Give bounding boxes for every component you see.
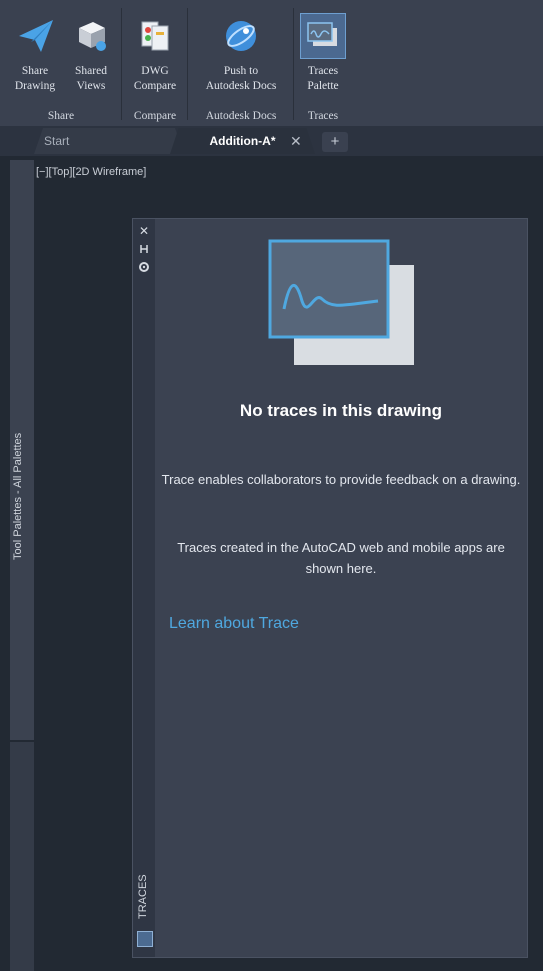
- traces-panel: Traces Palette Traces: [294, 0, 352, 126]
- traces-small-icon: [137, 931, 153, 947]
- learn-about-trace-link[interactable]: Learn about Trace: [169, 615, 299, 633]
- ribbon: Share Drawing Shared Views Share DWG Com…: [0, 0, 543, 126]
- docs-panel: Push to Autodesk Docs Autodesk Docs: [188, 0, 294, 126]
- tool-palettes-label: Tool Palettes - All Palettes: [12, 432, 24, 560]
- push-to-docs-button[interactable]: Push to Autodesk Docs: [196, 14, 286, 94]
- traces-palette: ✕ TRACES No traces in this drawing Trace…: [132, 218, 528, 958]
- traces-strip-label: TRACES: [137, 874, 149, 919]
- share-drawing-button[interactable]: Share Drawing: [10, 14, 60, 94]
- traces-illustration-icon: [268, 239, 418, 369]
- empty-state-title: No traces in this drawing: [239, 401, 443, 420]
- viewport-controls-label[interactable]: [−][Top][2D Wireframe]: [36, 166, 146, 178]
- traces-palette-label: Traces Palette: [307, 65, 339, 92]
- shared-views-icon: [69, 14, 113, 58]
- docs-panel-title: Autodesk Docs: [205, 110, 277, 122]
- traces-palette-icon: [300, 13, 346, 59]
- dwg-compare-label: DWG Compare: [133, 65, 177, 92]
- globe-icon: [219, 14, 263, 58]
- traces-palette-button[interactable]: Traces Palette: [298, 13, 348, 94]
- share-drawing-label: Share Drawing: [14, 65, 56, 92]
- share-panel-title: Share: [47, 110, 75, 122]
- document-tab-bar: Start Addition-A* ✕ +: [0, 126, 543, 156]
- new-tab-button[interactable]: +: [322, 132, 348, 152]
- share-panel: Share Drawing Shared Views Share: [0, 0, 122, 126]
- close-icon[interactable]: ✕: [138, 225, 150, 237]
- empty-state-description-1: Trace enables collaborators to provide f…: [161, 472, 521, 487]
- tab-close-icon[interactable]: ✕: [290, 128, 306, 154]
- shared-views-label: Shared Views: [75, 65, 107, 92]
- shared-views-button[interactable]: Shared Views: [64, 14, 118, 94]
- paper-plane-icon: [13, 14, 57, 58]
- traces-panel-title: Traces: [307, 110, 339, 122]
- compare-panel-title: Compare: [133, 110, 177, 122]
- tab-start[interactable]: Start: [34, 128, 184, 154]
- tool-palettes-strip-lower: [10, 742, 34, 971]
- auto-hide-icon[interactable]: [138, 243, 150, 255]
- dwg-compare-button[interactable]: DWG Compare: [130, 14, 180, 94]
- empty-state-description-2: Traces created in the AutoCAD web and mo…: [177, 540, 505, 576]
- dwg-compare-icon: [133, 14, 177, 58]
- compare-panel: DWG Compare Compare: [122, 0, 188, 126]
- traces-palette-strip: ✕ TRACES: [133, 219, 155, 957]
- push-to-docs-label: Push to Autodesk Docs: [205, 65, 277, 92]
- gear-icon[interactable]: [138, 261, 150, 273]
